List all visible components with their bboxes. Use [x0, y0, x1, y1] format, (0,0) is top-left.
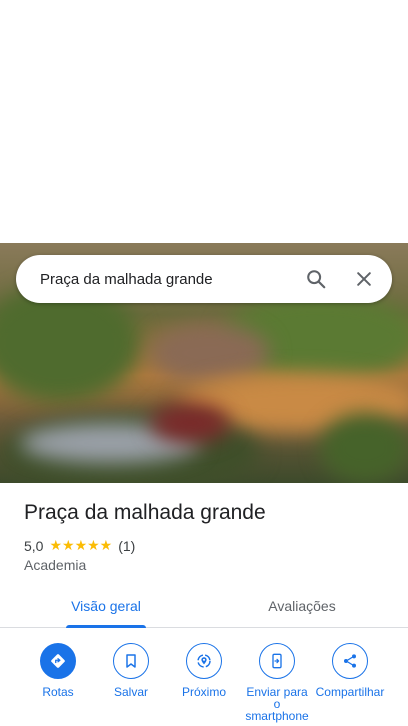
tab-overview-label: Visão geral [71, 598, 141, 614]
share-icon-circle [332, 643, 368, 679]
nearby-label: Próximo [181, 685, 226, 699]
rating-row[interactable]: 5,0 ★★★★★ (1) [24, 537, 135, 554]
search-bar[interactable]: Praça da malhada grande [16, 255, 392, 303]
place-details-sheet: Praça da malhada grande 5,0 ★★★★★ (1) Ac… [0, 483, 408, 726]
directions-icon [51, 654, 65, 668]
tab-reviews-label: Avaliações [268, 598, 336, 614]
send-to-phone-icon-circle [259, 643, 295, 679]
nearby-icon [197, 654, 211, 668]
place-category[interactable]: Academia [24, 557, 86, 573]
send-to-phone-button[interactable]: Enviar para o smartphone [239, 643, 315, 722]
share-icon [344, 654, 356, 668]
search-button[interactable] [292, 255, 340, 303]
directions-button[interactable]: Rotas [20, 643, 96, 698]
save-icon-circle [113, 643, 149, 679]
directions-label: Rotas [42, 685, 74, 699]
send-to-phone-icon [272, 653, 282, 669]
directions-icon-circle [40, 643, 76, 679]
send-to-phone-label: Enviar para o smartphone [245, 685, 309, 723]
tab-overview[interactable]: Visão geral [66, 585, 146, 628]
action-buttons: Rotas Salvar Próximo Enviar para o smart… [0, 643, 408, 726]
save-button[interactable]: Salvar [93, 643, 169, 698]
nearby-icon-circle [186, 643, 222, 679]
search-input[interactable]: Praça da malhada grande [16, 271, 292, 288]
nearby-button[interactable]: Próximo [166, 643, 242, 698]
share-label: Compartilhar [315, 685, 385, 699]
search-icon [307, 270, 326, 289]
close-icon [357, 272, 371, 286]
review-count: (1) [118, 537, 136, 554]
bookmark-icon [126, 654, 136, 668]
save-label: Salvar [113, 685, 148, 699]
place-title: Praça da malhada grande [24, 501, 266, 524]
star-rating: ★★★★★ [49, 537, 113, 553]
rating-value: 5,0 [24, 537, 44, 554]
tab-bar: Visão geral Avaliações [0, 585, 408, 628]
active-tab-indicator [66, 625, 146, 628]
clear-search-button[interactable] [340, 255, 388, 303]
share-button[interactable]: Compartilhar [312, 643, 388, 698]
tab-reviews[interactable]: Avaliações [258, 585, 346, 627]
